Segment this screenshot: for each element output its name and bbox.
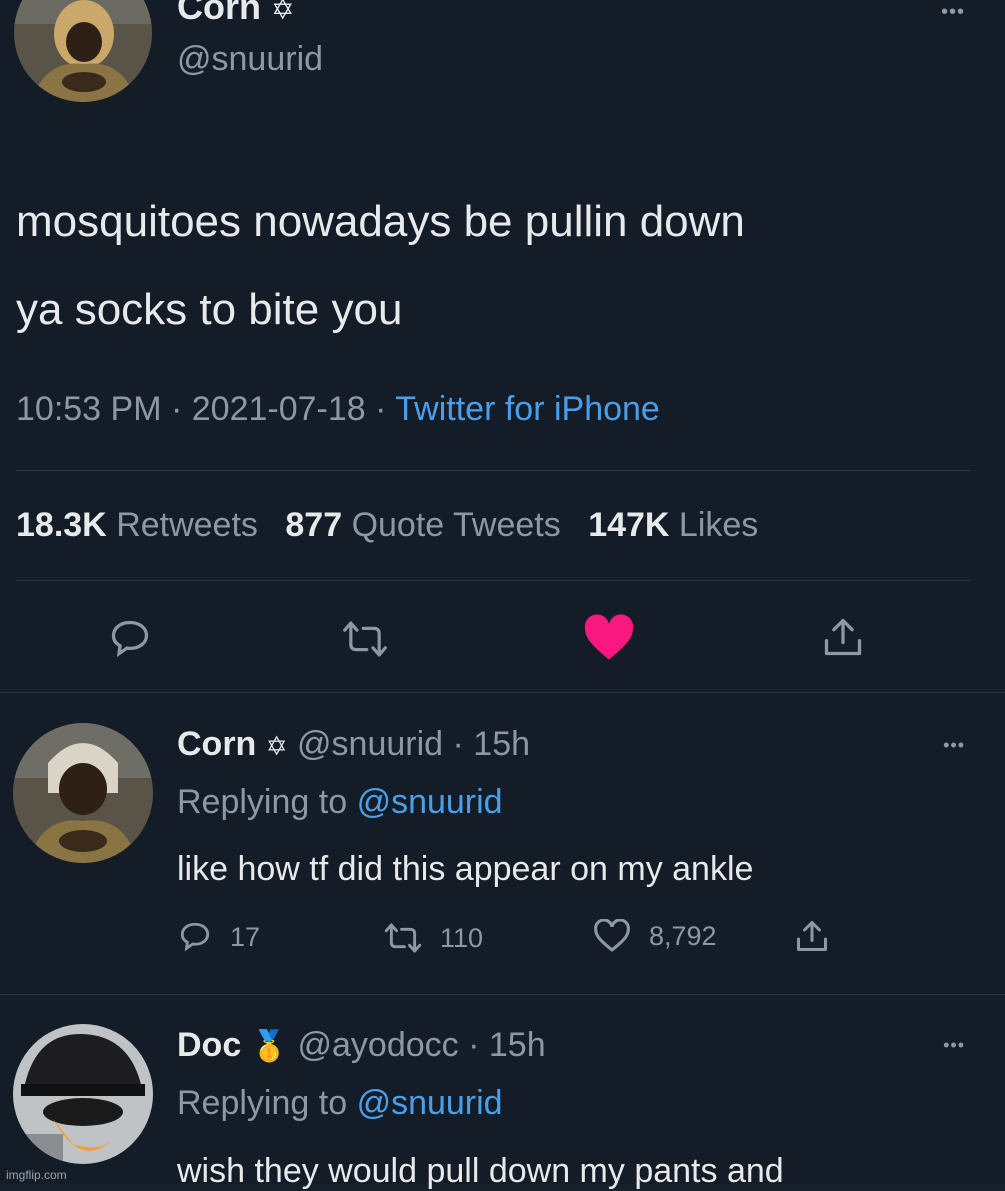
reply-age[interactable]: · 15h: [468, 1026, 546, 1064]
divider: [0, 994, 1005, 995]
separator: ·: [365, 390, 396, 428]
author-name-line: Corn ✡ @snuurid · 15h: [177, 725, 530, 764]
heart-icon: [584, 614, 634, 660]
badge-icon: ✡: [271, 0, 295, 25]
tweet-text-line: ya socks to bite you: [16, 285, 403, 334]
reply-text: like how tf did this appear on my ankle: [177, 850, 754, 888]
quotes-stat[interactable]: 877 Quote Tweets: [285, 506, 570, 544]
replying-to: Replying to @snuurid: [177, 1084, 503, 1123]
retweets-label: Retweets: [116, 506, 258, 544]
tweet-time[interactable]: 10:53 PM: [16, 390, 162, 428]
tweet-date[interactable]: 2021-07-18: [192, 390, 366, 428]
reply-icon: [180, 922, 210, 952]
avatar[interactable]: [13, 1024, 153, 1164]
author-name[interactable]: Corn: [177, 725, 256, 763]
author-name-line: Corn ✡: [177, 0, 294, 28]
share-button[interactable]: [821, 614, 865, 660]
badge-icon: ✡: [265, 731, 288, 761]
retweet-icon: [343, 621, 387, 657]
share-icon: [824, 618, 862, 656]
like-button[interactable]: 8,792: [593, 919, 717, 953]
retweet-button[interactable]: 110: [384, 922, 483, 954]
author-name-line: Doc 🥇 @ayodocc · 15h: [177, 1026, 546, 1065]
replying-to-handle[interactable]: @snuurid: [357, 1084, 503, 1122]
avatar[interactable]: [14, 0, 152, 102]
more-options-icon[interactable]: •••: [943, 1036, 965, 1054]
replying-to-handle[interactable]: @snuurid: [357, 783, 503, 821]
replying-to-label: Replying to: [177, 783, 348, 821]
author-name[interactable]: Corn: [177, 0, 261, 27]
watermark: imgflip.com: [6, 1168, 67, 1182]
tweet-text: mosquitoes nowadays be pullin down ya so…: [16, 178, 745, 354]
reply-text: wish they would pull down my pants and: [177, 1152, 784, 1190]
reply-icon: [111, 620, 149, 658]
reply-count: 17: [230, 921, 261, 952]
share-button[interactable]: [794, 918, 830, 954]
likes-stat[interactable]: 147K Likes: [588, 506, 758, 544]
like-button[interactable]: [583, 614, 635, 662]
retweet-button[interactable]: [342, 619, 388, 659]
quotes-count: 877: [285, 506, 343, 544]
avatar-image: [13, 1024, 153, 1164]
author-name[interactable]: Doc: [177, 1026, 241, 1064]
more-options-icon[interactable]: •••: [941, 2, 965, 22]
retweets-count: 18.3K: [16, 506, 107, 544]
share-icon: [797, 921, 827, 951]
divider: [16, 470, 971, 471]
reply-button[interactable]: [108, 617, 152, 661]
replying-to-label: Replying to: [177, 1084, 348, 1122]
tweet-source[interactable]: Twitter for iPhone: [395, 390, 660, 428]
author-handle[interactable]: @snuurid: [177, 40, 323, 79]
tweet-thread: Corn ✡ @snuurid ••• mosquitoes nowadays …: [0, 0, 1005, 1190]
likes-count: 147K: [588, 506, 670, 544]
tweet-text-line: mosquitoes nowadays be pullin down: [16, 197, 745, 246]
like-count: 8,792: [649, 920, 717, 951]
more-options-icon[interactable]: •••: [943, 736, 965, 754]
retweet-icon: [384, 923, 422, 953]
tweet-metadata: 10:53 PM · 2021-07-18 · Twitter for iPho…: [16, 390, 660, 429]
quotes-label: Quote Tweets: [351, 506, 561, 544]
likes-label: Likes: [678, 506, 759, 544]
reply-age[interactable]: · 15h: [453, 725, 531, 763]
author-handle[interactable]: @ayodocc: [298, 1026, 459, 1064]
avatar[interactable]: [13, 723, 153, 863]
medal-icon: 🥇: [250, 1030, 289, 1063]
retweets-stat[interactable]: 18.3K Retweets: [16, 506, 267, 544]
retweet-count: 110: [440, 922, 484, 953]
separator: ·: [161, 390, 192, 428]
reply-button[interactable]: 17: [178, 920, 260, 954]
divider: [16, 580, 971, 581]
divider: [0, 692, 1005, 693]
tweet-stats: 18.3K Retweets 877 Quote Tweets 147K Lik…: [16, 506, 758, 545]
replying-to: Replying to @snuurid: [177, 783, 503, 822]
avatar-image: [14, 0, 152, 102]
heart-icon: [594, 919, 630, 952]
author-handle[interactable]: @snuurid: [297, 725, 443, 763]
avatar-image: [13, 723, 153, 863]
